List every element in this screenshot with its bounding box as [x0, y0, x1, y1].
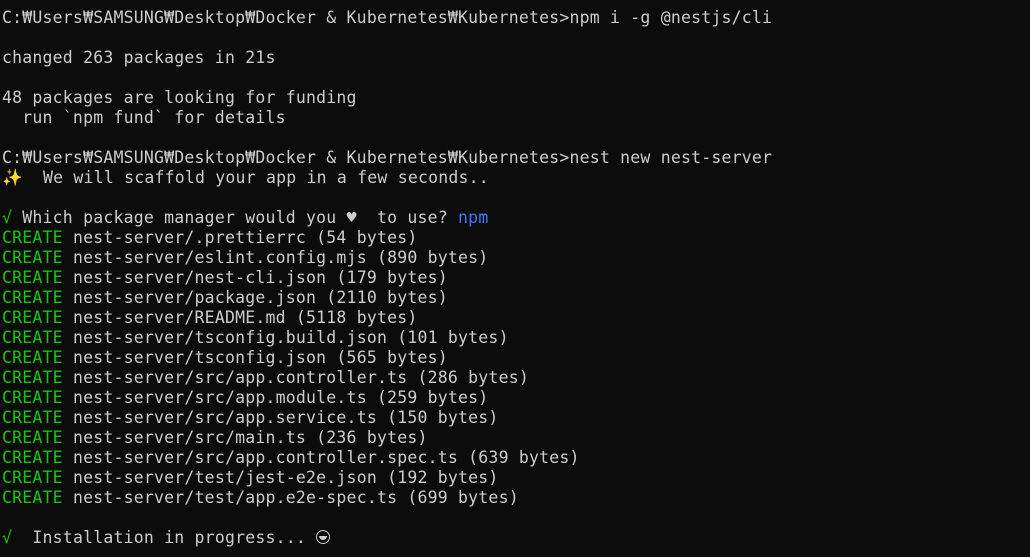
create-label: CREATE [2, 328, 63, 347]
created-file-path: nest-server/src/app.controller.ts (286 b… [62, 368, 529, 387]
coffee-cup-icon [316, 530, 331, 544]
question-text-end: to use? [356, 208, 459, 227]
package-manager-answer: npm [458, 208, 489, 227]
checkmark-icon: √ [2, 208, 13, 227]
created-file-path: nest-server/test/jest-e2e.json (192 byte… [62, 468, 499, 487]
installation-status: √ Installation in progress... [2, 528, 1030, 548]
create-label: CREATE [2, 308, 63, 327]
create-label: CREATE [2, 428, 63, 447]
create-label: CREATE [2, 368, 63, 387]
created-file-row: CREATE nest-server/src/main.ts (236 byte… [2, 428, 1030, 448]
command-text: npm i -g @nestjs/cli [569, 8, 773, 27]
prompt-path: C:₩Users₩SAMSUNG₩Desktop₩Docker & Kubern… [2, 8, 570, 27]
created-file-row: CREATE nest-server/src/app.module.ts (25… [2, 388, 1030, 408]
created-file-row: CREATE nest-server/test/jest-e2e.json (1… [2, 468, 1030, 488]
created-file-path: nest-server/src/app.module.ts (259 bytes… [62, 388, 489, 407]
question-text: Which package manager would you [12, 208, 347, 227]
created-file-row: CREATE nest-server/src/app.controller.sp… [2, 448, 1030, 468]
created-file-path: nest-server/tsconfig.build.json (101 byt… [62, 328, 509, 347]
checkmark-icon: √ [2, 528, 13, 547]
create-label: CREATE [2, 448, 63, 467]
created-file-row: CREATE nest-server/README.md (5118 bytes… [2, 308, 1030, 328]
created-file-path: nest-server/nest-cli.json (179 bytes) [62, 268, 448, 287]
create-label: CREATE [2, 248, 63, 267]
created-file-path: nest-server/src/main.ts (236 bytes) [62, 428, 428, 447]
output-funding: 48 packages are looking for funding [2, 88, 357, 107]
created-file-row: CREATE nest-server/package.json (2110 by… [2, 288, 1030, 308]
command-line-nest-new: C:₩Users₩SAMSUNG₩Desktop₩Docker & Kubern… [2, 148, 1030, 168]
created-file-row: CREATE nest-server/tsconfig.build.json (… [2, 328, 1030, 348]
created-file-path: nest-server/src/app.controller.spec.ts (… [62, 448, 580, 467]
created-file-path: nest-server/README.md (5118 bytes) [62, 308, 418, 327]
create-label: CREATE [2, 348, 63, 367]
command-line-npm-install: C:₩Users₩SAMSUNG₩Desktop₩Docker & Kubern… [2, 8, 1030, 28]
created-file-row: CREATE nest-server/tsconfig.json (565 by… [2, 348, 1030, 368]
create-label: CREATE [2, 288, 63, 307]
created-file-row: CREATE nest-server/src/app.service.ts (1… [2, 408, 1030, 428]
scaffold-message: ✨ We will scaffold your app in a few sec… [2, 168, 1030, 188]
create-label: CREATE [2, 408, 63, 427]
installation-text: Installation in progress... [12, 528, 317, 547]
output-fund-hint: run `npm fund` for details [2, 108, 286, 127]
create-label: CREATE [2, 268, 63, 287]
sparkles-icon: ✨ [2, 168, 23, 187]
create-label: CREATE [2, 228, 63, 247]
created-files-list: CREATE nest-server/.prettierrc (54 bytes… [2, 228, 1030, 508]
created-file-row: CREATE nest-server/eslint.config.mjs (89… [2, 248, 1030, 268]
created-file-path: nest-server/.prettierrc (54 bytes) [62, 228, 418, 247]
created-file-path: nest-server/test/app.e2e-spec.ts (699 by… [62, 488, 519, 507]
create-label: CREATE [2, 488, 63, 507]
created-file-path: nest-server/src/app.service.ts (150 byte… [62, 408, 499, 427]
scaffold-text: We will scaffold your app in a few secon… [22, 168, 489, 187]
heart-icon: ♥ [346, 208, 357, 227]
package-manager-question: √ Which package manager would you ♥ to u… [2, 208, 1030, 228]
create-label: CREATE [2, 468, 63, 487]
output-changed-packages: changed 263 packages in 21s [2, 48, 276, 67]
created-file-path: nest-server/eslint.config.mjs (890 bytes… [62, 248, 489, 267]
command-text: nest new nest-server [569, 148, 773, 167]
terminal-window[interactable]: C:₩Users₩SAMSUNG₩Desktop₩Docker & Kubern… [0, 0, 1030, 557]
created-file-row: CREATE nest-server/nest-cli.json (179 by… [2, 268, 1030, 288]
created-file-path: nest-server/package.json (2110 bytes) [62, 288, 448, 307]
created-file-path: nest-server/tsconfig.json (565 bytes) [62, 348, 448, 367]
prompt-path: C:₩Users₩SAMSUNG₩Desktop₩Docker & Kubern… [2, 148, 570, 167]
created-file-row: CREATE nest-server/.prettierrc (54 bytes… [2, 228, 1030, 248]
create-label: CREATE [2, 388, 63, 407]
created-file-row: CREATE nest-server/src/app.controller.ts… [2, 368, 1030, 388]
created-file-row: CREATE nest-server/test/app.e2e-spec.ts … [2, 488, 1030, 508]
